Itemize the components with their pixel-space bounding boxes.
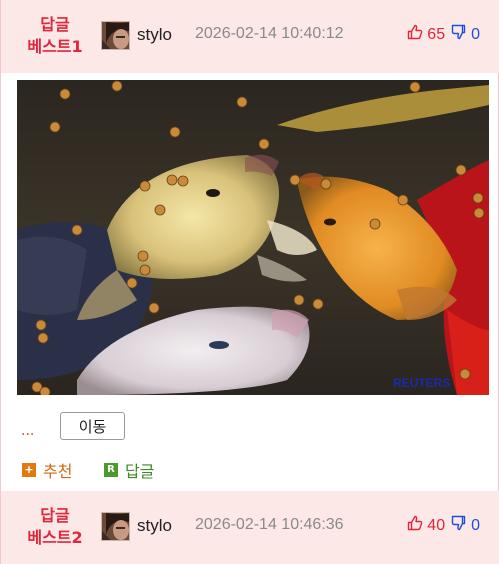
comment-header: 답글 베스트1 stylo 2026-02-14 10:40:12 65 0 bbox=[1, 0, 499, 73]
reuters-watermark: REUTERS bbox=[393, 376, 450, 390]
thumbs-up-icon[interactable] bbox=[407, 515, 423, 536]
reply-label: 답글 bbox=[125, 462, 155, 481]
reply-icon: R bbox=[104, 463, 118, 477]
badge-line2: 베스트2 bbox=[27, 528, 83, 547]
thumbs-up-icon[interactable] bbox=[407, 24, 423, 45]
move-button[interactable]: 이동 bbox=[60, 412, 125, 440]
badge-line1: 답글 bbox=[40, 15, 70, 34]
more-link[interactable]: ... bbox=[21, 423, 34, 439]
avatar[interactable] bbox=[101, 512, 130, 541]
downvote-count: 0 bbox=[471, 25, 480, 43]
recommend-button[interactable]: + 추천 bbox=[22, 458, 72, 482]
thumbs-down-icon[interactable] bbox=[451, 24, 467, 45]
reply-button[interactable]: R 답글 bbox=[104, 458, 154, 482]
thumbs-down-icon[interactable] bbox=[451, 515, 467, 536]
badge-line1: 답글 bbox=[40, 506, 70, 525]
comment-list: 답글 베스트1 stylo 2026-02-14 10:40:12 65 0 R… bbox=[0, 0, 499, 564]
recommend-label: 추천 bbox=[43, 462, 73, 481]
avatar[interactable] bbox=[101, 21, 130, 50]
username[interactable]: stylo bbox=[137, 25, 172, 45]
best-reply-badge: 답글 베스트1 bbox=[23, 14, 87, 58]
upvote-count: 65 bbox=[427, 25, 446, 43]
koi-fish-photo: REUTERS bbox=[17, 80, 489, 395]
comment-header: 답글 베스트2 stylo 2026-02-14 10:46:36 40 0 bbox=[1, 491, 499, 564]
badge-line2: 베스트1 bbox=[27, 37, 83, 56]
username[interactable]: stylo bbox=[137, 516, 172, 536]
plus-icon: + bbox=[22, 463, 36, 477]
vote-group: 65 0 bbox=[407, 24, 480, 45]
downvote-count: 0 bbox=[471, 516, 480, 534]
timestamp: 2026-02-14 10:46:36 bbox=[195, 516, 344, 533]
best-reply-badge: 답글 베스트2 bbox=[23, 505, 87, 549]
timestamp: 2026-02-14 10:40:12 bbox=[195, 25, 344, 42]
vote-group: 40 0 bbox=[407, 515, 480, 536]
upvote-count: 40 bbox=[427, 516, 446, 534]
